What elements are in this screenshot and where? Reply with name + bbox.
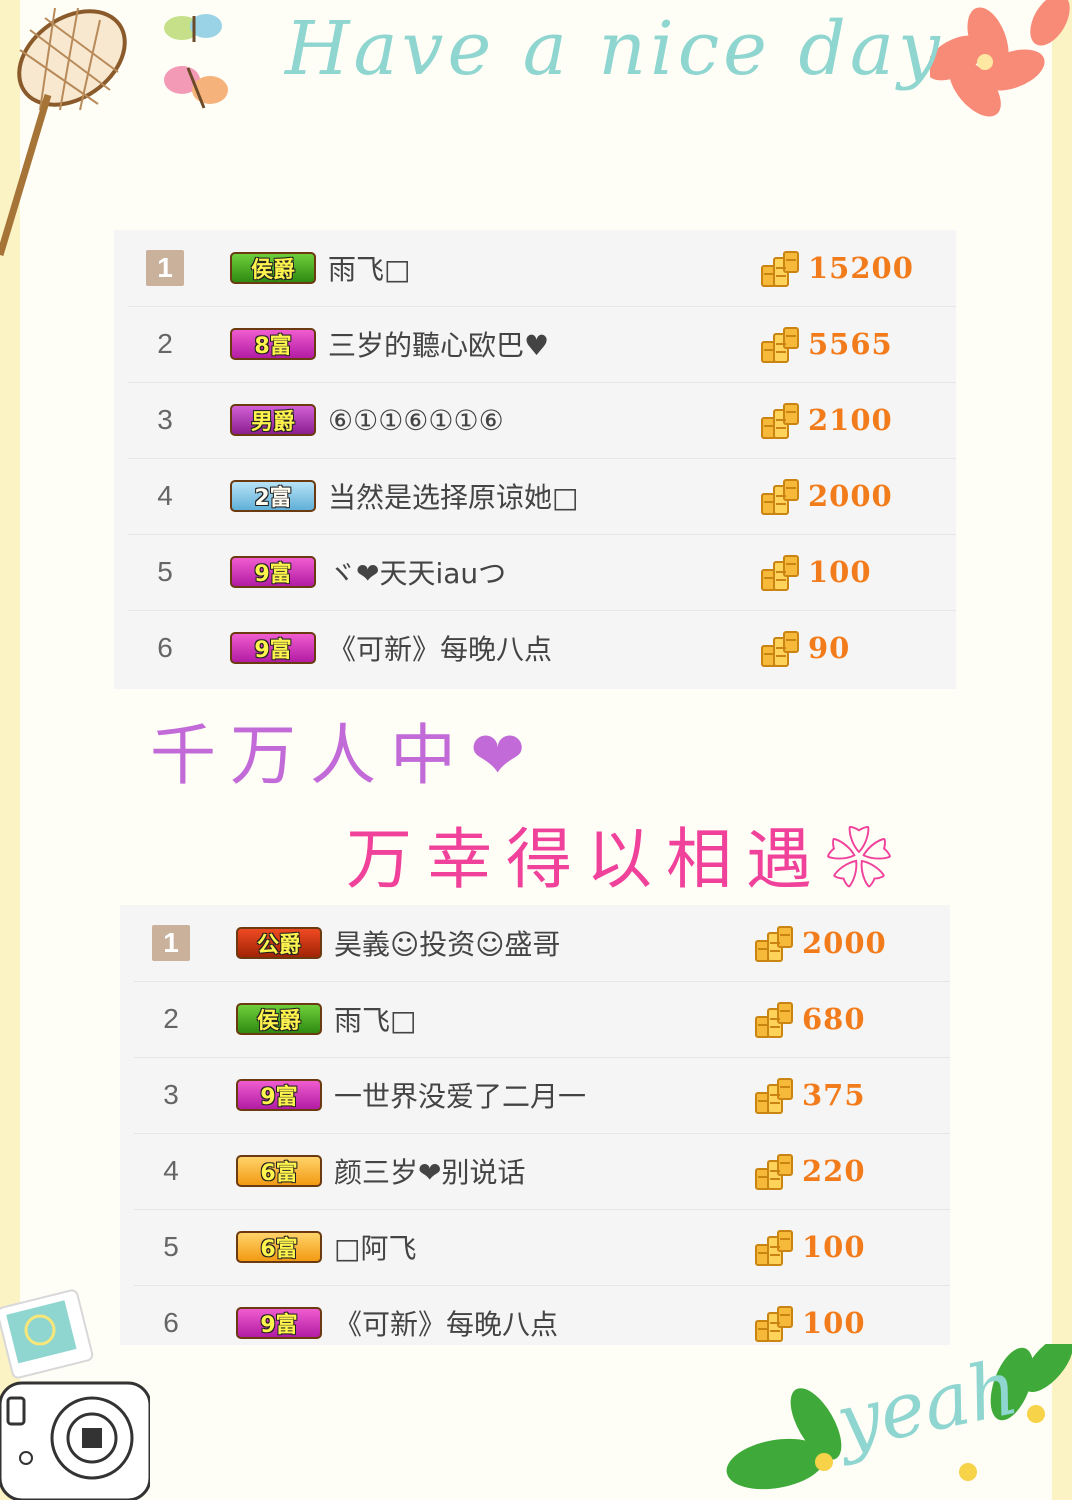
rank-badge: 公爵 <box>236 927 322 959</box>
rank-badge: 6富 <box>236 1155 322 1187</box>
rank-number: 5 <box>163 1231 179 1262</box>
gold-coin-stack-icon <box>755 1154 793 1190</box>
contribution: 375 <box>754 1075 950 1115</box>
user-name[interactable]: 三岁的聽心欧巴♥ <box>328 324 760 364</box>
user-name[interactable]: 《可新》每晚八点 <box>328 628 760 668</box>
rank-badge: 男爵 <box>230 404 316 436</box>
gold-coin-stack-icon <box>761 555 799 591</box>
contribution: 2000 <box>754 923 950 963</box>
rank-number: 6 <box>163 1307 179 1338</box>
gold-coin-stack-icon <box>755 1306 793 1342</box>
gold-coin-stack-icon <box>755 1230 793 1266</box>
gold-coin-stack-icon <box>761 327 799 363</box>
rank-number: 3 <box>157 404 173 435</box>
coin-amount: 220 <box>802 1154 866 1188</box>
user-name[interactable]: ヾ❤天天iauつ <box>328 552 760 592</box>
rank-number: 1 <box>146 250 184 286</box>
gold-coin-stack-icon <box>761 479 799 515</box>
leaderboard-row[interactable]: 4 2富 当然是选择原谅她□ 2000 <box>128 458 956 535</box>
coin-amount: 375 <box>802 1078 866 1112</box>
butterfly-icon <box>164 66 228 109</box>
rank-badge: 2富 <box>230 480 316 512</box>
paper-border-right <box>1052 0 1072 1500</box>
leaderboard-row[interactable]: 2 侯爵 雨飞□ 680 <box>134 981 950 1058</box>
gold-coin-stack-icon <box>755 926 793 962</box>
rank-number: 2 <box>163 1003 179 1034</box>
rank-number: 1 <box>152 925 190 961</box>
contribution: 2000 <box>760 476 956 516</box>
poem-line-1: 千万人中❤ <box>150 717 540 794</box>
leaderboard-row[interactable]: 4 6富 颜三岁❤别说话 220 <box>134 1133 950 1210</box>
contribution: 5565 <box>760 324 956 364</box>
gold-coin-stack-icon <box>755 1002 793 1038</box>
leaderboard-row[interactable]: 6 9富 《可新》每晚八点 100 <box>134 1285 950 1361</box>
user-name[interactable]: 雨飞□ <box>328 248 760 288</box>
rank-badge: 9富 <box>230 632 316 664</box>
contribution: 100 <box>754 1303 950 1343</box>
user-name[interactable]: 昊義☺投资☺盛哥 <box>334 923 754 963</box>
coin-amount: 2000 <box>802 926 887 960</box>
coin-amount: 100 <box>802 1306 866 1340</box>
contribution: 100 <box>760 552 956 592</box>
rank-badge: 9富 <box>236 1307 322 1339</box>
user-name[interactable]: □阿飞 <box>334 1227 754 1267</box>
leaderboard-row[interactable]: 3 男爵 ⑥①①⑥①①⑥ 2100 <box>128 382 956 459</box>
user-name[interactable]: 雨飞□ <box>334 999 754 1039</box>
rank-badge: 9富 <box>236 1079 322 1111</box>
rank-number: 6 <box>157 632 173 663</box>
poem-line-2: 万幸得以相遇❀ <box>346 821 906 898</box>
user-name[interactable]: ⑥①①⑥①①⑥ <box>328 404 760 437</box>
leaderboard-row[interactable]: 5 9富 ヾ❤天天iauつ 100 <box>128 534 956 611</box>
gold-coin-stack-icon <box>761 251 799 287</box>
leaderboard-row[interactable]: 3 9富 一世界没爱了二月一 375 <box>134 1057 950 1134</box>
gold-coin-stack-icon <box>761 631 799 667</box>
leaderboard-top-contributors: 1 侯爵 雨飞□ 15200 2 8富 三岁的聽心欧巴♥ 5565 3 男爵 ⑥… <box>114 230 956 689</box>
coin-amount: 680 <box>802 1002 866 1036</box>
coin-amount: 2000 <box>808 479 893 513</box>
coin-amount: 100 <box>808 555 872 589</box>
coin-amount: 90 <box>808 631 851 665</box>
leaderboard-row[interactable]: 6 9富 《可新》每晚八点 90 <box>128 610 956 686</box>
rank-badge: 侯爵 <box>230 252 316 284</box>
butterfly-icon <box>164 14 222 42</box>
coin-amount: 100 <box>802 1230 866 1264</box>
page-headline: Have a nice day <box>285 6 944 92</box>
leaderboard-secondary: 1 公爵 昊義☺投资☺盛哥 2000 2 侯爵 雨飞□ 680 3 9富 一世界… <box>120 905 950 1345</box>
contribution: 680 <box>754 999 950 1039</box>
rank-badge: 6富 <box>236 1231 322 1263</box>
gold-coin-stack-icon <box>755 1078 793 1114</box>
leaderboard-row[interactable]: 1 侯爵 雨飞□ 15200 <box>128 230 956 307</box>
coin-amount: 5565 <box>808 327 893 361</box>
rank-number: 4 <box>163 1155 179 1186</box>
leaderboard-row[interactable]: 5 6富 □阿飞 100 <box>134 1209 950 1286</box>
rank-badge: 9富 <box>230 556 316 588</box>
user-name[interactable]: 《可新》每晚八点 <box>334 1303 754 1343</box>
contribution: 15200 <box>760 248 956 288</box>
rank-badge: 侯爵 <box>236 1003 322 1035</box>
rank-number: 3 <box>163 1079 179 1110</box>
leaderboard-row[interactable]: 1 公爵 昊義☺投资☺盛哥 2000 <box>134 905 950 982</box>
user-name[interactable]: 一世界没爱了二月一 <box>334 1075 754 1115</box>
rank-number: 2 <box>157 328 173 359</box>
leaderboard-row[interactable]: 2 8富 三岁的聽心欧巴♥ 5565 <box>128 306 956 383</box>
user-name[interactable]: 颜三岁❤别说话 <box>334 1151 754 1191</box>
user-name[interactable]: 当然是选择原谅她□ <box>328 476 760 516</box>
contribution: 90 <box>760 628 956 668</box>
rank-number: 4 <box>157 480 173 511</box>
contribution: 220 <box>754 1151 950 1191</box>
gold-coin-stack-icon <box>761 403 799 439</box>
rank-number: 5 <box>157 556 173 587</box>
coin-amount: 2100 <box>808 403 893 437</box>
coin-amount: 15200 <box>808 251 914 285</box>
contribution: 100 <box>754 1227 950 1267</box>
rank-badge: 8富 <box>230 328 316 360</box>
contribution: 2100 <box>760 400 956 440</box>
